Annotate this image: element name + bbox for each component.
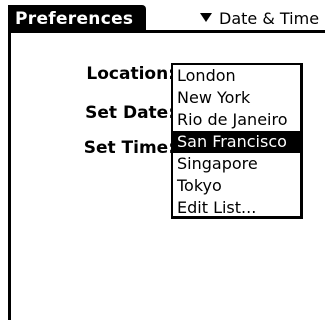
location-option-rio-de-janeiro[interactable]: Rio de Janeiro	[173, 109, 300, 131]
category-dropdown-trigger[interactable]: Date & Time	[200, 5, 319, 30]
title-underline	[8, 30, 325, 33]
set-date-label: Set Date:	[85, 103, 175, 123]
location-option-new-york[interactable]: New York	[173, 87, 300, 109]
set-time-label: Set Time:	[83, 138, 175, 158]
category-label: Date & Time	[219, 9, 320, 28]
location-option-london[interactable]: London	[173, 65, 300, 87]
triangle-down-icon	[200, 13, 212, 22]
left-border	[8, 5, 11, 320]
page-title: Preferences	[8, 5, 146, 32]
location-option-san-francisco[interactable]: San Francisco	[173, 131, 300, 153]
location-dropdown-list[interactable]: London New York Rio de Janeiro San Franc…	[171, 63, 303, 219]
location-option-singapore[interactable]: Singapore	[173, 153, 300, 175]
edit-list-option[interactable]: Edit List...	[173, 197, 300, 219]
location-option-tokyo[interactable]: Tokyo	[173, 175, 300, 197]
location-label: Location:	[86, 64, 175, 84]
